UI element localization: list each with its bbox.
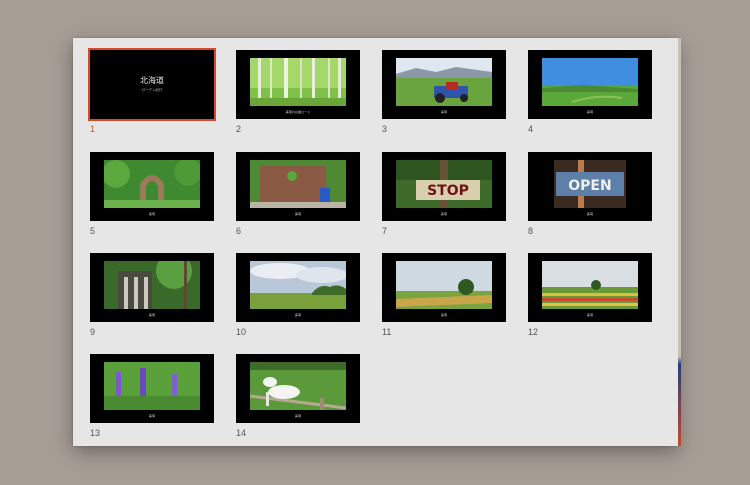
slide-caption: 美瑛の白樺ロード bbox=[285, 110, 311, 114]
slide-caption: 美瑛 bbox=[440, 212, 448, 216]
slide-image-birch-road bbox=[250, 58, 346, 106]
slide-thumbnail-9[interactable]: 美瑛 bbox=[90, 253, 214, 322]
slide-number: 8 bbox=[528, 226, 534, 236]
slide-number: 6 bbox=[236, 226, 242, 236]
slide-image-cloudy-field bbox=[250, 261, 346, 309]
slide-image-garden-arch bbox=[104, 160, 200, 208]
slide-caption: 美瑛 bbox=[586, 212, 594, 216]
slide-image-open-sign: OPEN bbox=[554, 160, 626, 208]
slide-caption: 美瑛 bbox=[440, 110, 448, 114]
slide-caption: 美瑛 bbox=[294, 212, 302, 216]
slide-number: 5 bbox=[90, 226, 96, 236]
slide-thumbnail-11[interactable]: 美瑛 bbox=[382, 253, 506, 322]
slide-image-tractor bbox=[396, 58, 492, 106]
slide-number: 9 bbox=[90, 327, 96, 337]
slide-number: 10 bbox=[236, 327, 247, 337]
slide-caption: 美瑛 bbox=[586, 313, 594, 317]
slide-caption: 美瑛 bbox=[148, 313, 156, 317]
slide-image-brick-wall bbox=[250, 160, 346, 208]
slide-number: 3 bbox=[382, 124, 388, 134]
slide-number: 12 bbox=[528, 327, 539, 337]
slide-number: 11 bbox=[382, 327, 392, 337]
slide-thumbnail-3[interactable]: 美瑛 bbox=[382, 50, 506, 119]
slide-number: 14 bbox=[236, 428, 247, 438]
slide-image-greenhouse bbox=[104, 261, 200, 309]
slide-subtitle: ガーデン紀行 bbox=[141, 88, 163, 92]
slide-thumbnail-10[interactable]: 美瑛 bbox=[236, 253, 360, 322]
slide-caption: 美瑛 bbox=[440, 313, 448, 317]
slide-caption: 美瑛 bbox=[586, 110, 594, 114]
slide-number: 4 bbox=[528, 124, 534, 134]
slide-thumbnail-2[interactable]: 美瑛の白樺ロード bbox=[236, 50, 360, 119]
slide-number: 1 bbox=[90, 124, 96, 134]
slide-image-goat bbox=[250, 362, 346, 410]
slide-number: 7 bbox=[382, 226, 388, 236]
slide-image-lone-tree bbox=[396, 261, 492, 309]
slide-thumbnail-7[interactable]: STOP 美瑛 bbox=[382, 152, 506, 221]
slide-image-lupines bbox=[104, 362, 200, 410]
slide-thumbnail-14[interactable]: 美瑛 bbox=[236, 354, 360, 423]
stop-sign-text: STOP bbox=[427, 183, 469, 199]
open-sign-text: OPEN bbox=[568, 178, 611, 194]
slide-image-sky-field bbox=[542, 58, 638, 106]
slide-caption: 美瑛 bbox=[294, 313, 302, 317]
slide-thumbnail-6[interactable]: 美瑛 bbox=[236, 152, 360, 221]
slide-caption: 美瑛 bbox=[148, 212, 156, 216]
slide-image-stop-sign: STOP bbox=[396, 160, 492, 208]
slide-image-flower-stripes bbox=[542, 261, 638, 309]
slide-caption: 美瑛 bbox=[294, 414, 302, 418]
slide-number: 13 bbox=[90, 428, 101, 438]
slide-thumbnail-8[interactable]: OPEN 美瑛 bbox=[528, 152, 652, 221]
slide-caption: 美瑛 bbox=[148, 414, 156, 418]
slide-thumbnail-1[interactable]: 北海道 ガーデン紀行 bbox=[88, 48, 216, 121]
background-window-edge bbox=[678, 38, 681, 446]
slide-thumbnail-13[interactable]: 美瑛 bbox=[90, 354, 214, 423]
slide-thumbnail-12[interactable]: 美瑛 bbox=[528, 253, 652, 322]
slide-title: 北海道 bbox=[140, 76, 164, 85]
slide-sorter-window: 北海道 ガーデン紀行 1 美瑛の白樺ロード 2 美瑛 3 美瑛 4 美瑛 5 美… bbox=[73, 38, 678, 446]
slide-thumbnail-4[interactable]: 美瑛 bbox=[528, 50, 652, 119]
slide-thumbnail-5[interactable]: 美瑛 bbox=[90, 152, 214, 221]
slide-number: 2 bbox=[236, 124, 242, 134]
